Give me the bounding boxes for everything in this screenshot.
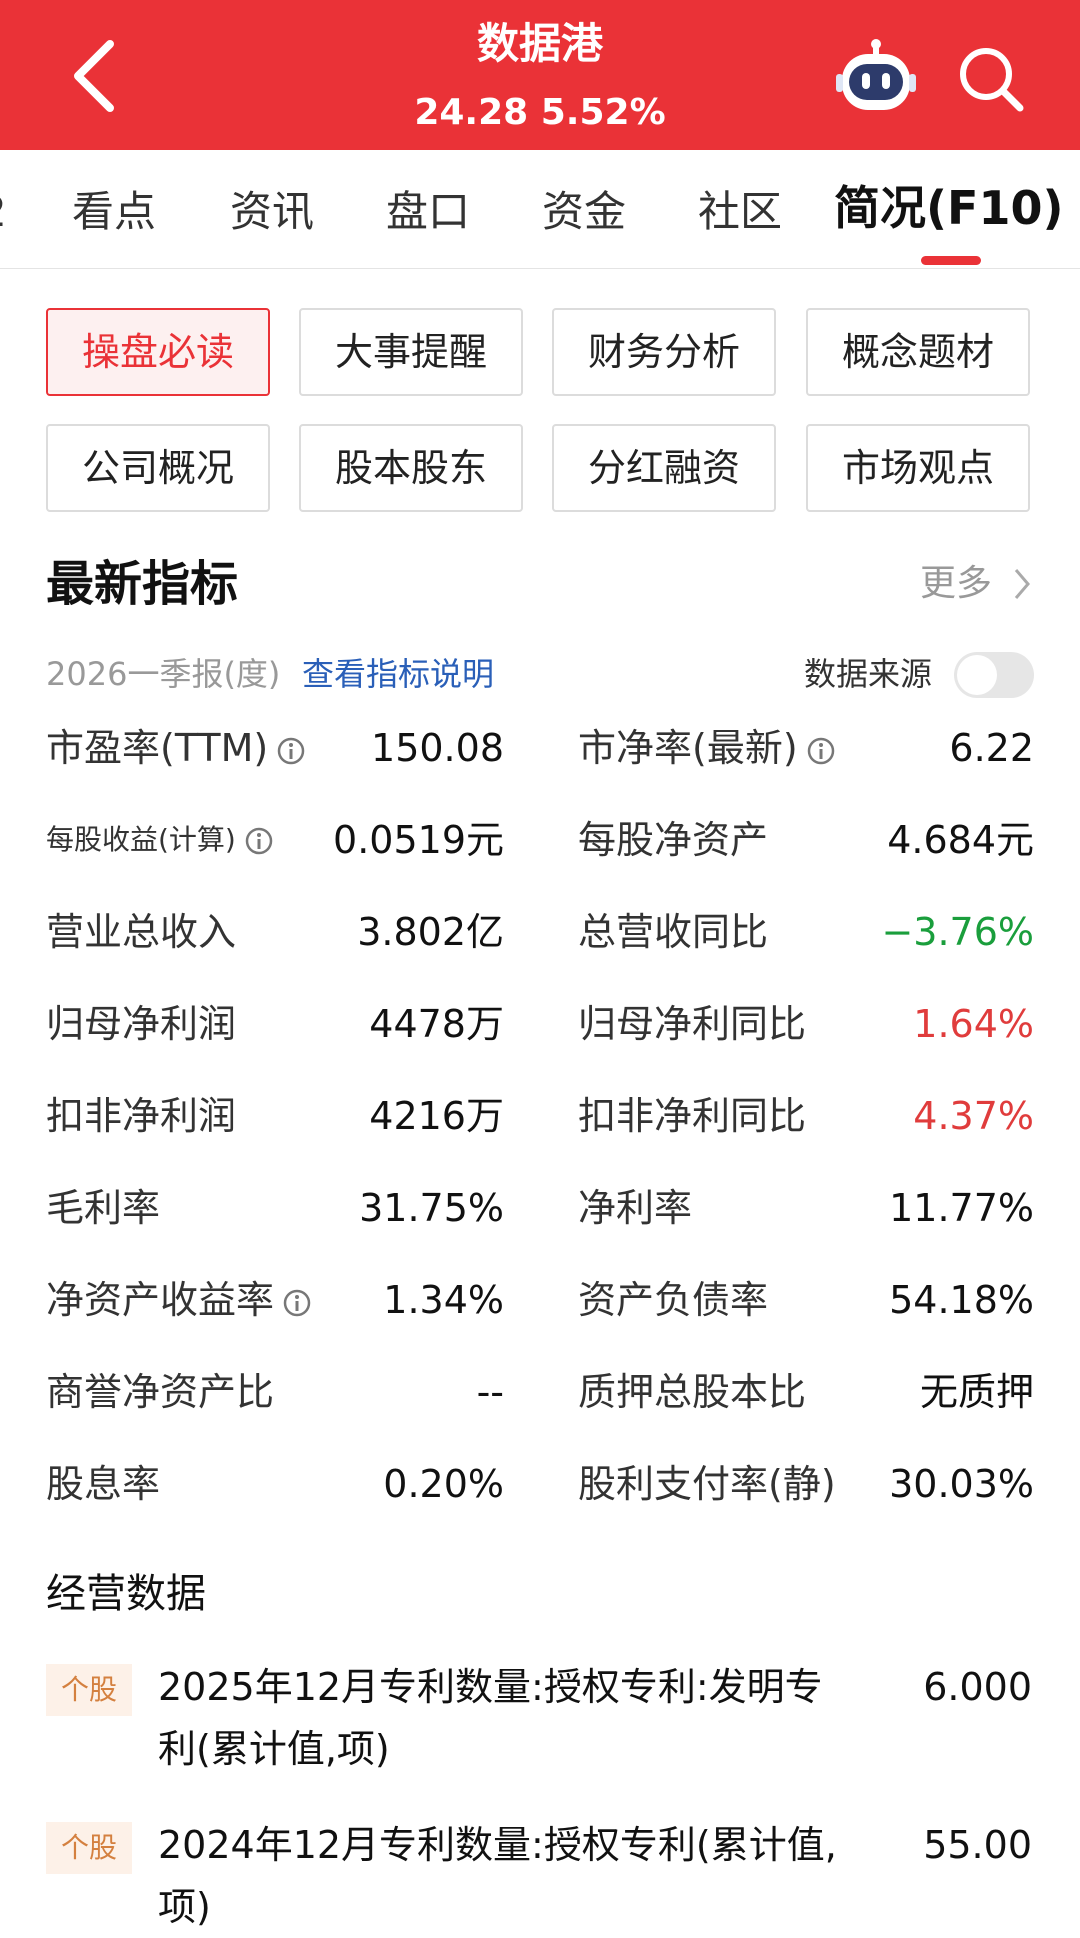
metric-value: 1.34% <box>383 1278 504 1322</box>
metric-label: 资产负债率 <box>578 1278 769 1322</box>
stock-price: 24.28 <box>414 92 529 133</box>
metric-value-up: 1.64% <box>913 1002 1034 1046</box>
metric-label: 扣非净利同比 <box>578 1094 807 1138</box>
metric-label: 每股净资产 <box>578 818 769 862</box>
btn-major-events[interactable]: 大事提醒 <box>299 308 523 396</box>
section-title-operations: 经营数据 <box>46 1571 206 1617</box>
stock-change: 5.52% <box>540 92 666 133</box>
metric-value: 150.08 <box>371 726 504 770</box>
data-source-toggle[interactable] <box>954 652 1034 698</box>
tab-bar: 2 看点 资讯 盘口 资金 社区 简况(F10) <box>0 150 1080 269</box>
operation-item-text: 2025年12月专利数量:授权专利:发明专利(累计值,项) <box>158 1665 823 1771</box>
robot-assistant-icon[interactable] <box>836 38 916 114</box>
metric-value-down: −3.76% <box>881 910 1034 954</box>
metric-value-up: 4.37% <box>913 1094 1034 1138</box>
metric-label: 市盈率(TTM) <box>46 722 306 774</box>
metric-value: 无质押 <box>919 1370 1034 1414</box>
toggle-knob <box>957 655 997 695</box>
operation-item-text: 2024年12月专利数量:授权专利(累计值,项) <box>158 1823 837 1929</box>
stock-name: 数据港 <box>476 19 603 68</box>
metric-label: 归母净利润 <box>46 1002 237 1046</box>
top-bar: 数据港 24.28 5.52% <box>0 0 1080 150</box>
metric-label: 市净率(最新) <box>578 722 836 774</box>
btn-financial-analysis[interactable]: 财务分析 <box>552 308 776 396</box>
metric-label: 净资产收益率 <box>46 1274 312 1326</box>
active-tab-indicator <box>921 256 981 265</box>
indicator-explain-link[interactable]: 查看指标说明 <box>302 652 494 696</box>
metric-label: 毛利率 <box>46 1186 161 1230</box>
metric-value: 4.684元 <box>887 818 1034 862</box>
report-period: 2026一季报(度) <box>46 655 281 693</box>
stock-tag-badge: 个股 <box>46 1822 132 1874</box>
data-source-label: 数据来源 <box>804 655 933 693</box>
more-link[interactable]: 更多 <box>920 560 992 608</box>
chevron-right-icon[interactable] <box>1012 566 1032 602</box>
metric-value: 30.03% <box>889 1462 1034 1506</box>
metric-label: 归母净利同比 <box>578 1002 807 1046</box>
metric-value: 0.0519元 <box>333 818 504 862</box>
btn-concepts[interactable]: 概念题材 <box>806 308 1030 396</box>
operation-item-value: 6.000 <box>923 1665 1032 1709</box>
metric-label: 总营收同比 <box>578 910 769 954</box>
metric-label: 股利支付率(静) <box>578 1462 836 1506</box>
metric-value: 6.22 <box>949 726 1034 770</box>
btn-dividends-financing[interactable]: 分红融资 <box>552 424 776 512</box>
metric-value: 4478万 <box>369 1002 504 1046</box>
metric-value: 31.75% <box>359 1186 504 1230</box>
metric-label: 商誉净资产比 <box>46 1370 275 1414</box>
btn-market-views[interactable]: 市场观点 <box>806 424 1030 512</box>
metric-label: 扣非净利润 <box>46 1094 237 1138</box>
metric-label: 净利率 <box>578 1186 693 1230</box>
tab-cut-off: 2 <box>0 186 7 238</box>
stock-tag-badge: 个股 <box>46 1664 132 1716</box>
metric-value: 11.77% <box>889 1186 1034 1230</box>
metric-value: 4216万 <box>369 1094 504 1138</box>
btn-shareholders[interactable]: 股本股东 <box>299 424 523 512</box>
metric-value: -- <box>476 1370 504 1414</box>
operation-item-value: 55.00 <box>923 1823 1032 1867</box>
tab-f10-profile[interactable]: 简况(F10) <box>834 182 1063 234</box>
metric-label: 每股收益(计算) <box>46 814 274 866</box>
tab-news[interactable]: 资讯 <box>230 186 314 238</box>
tab-community[interactable]: 社区 <box>698 186 782 238</box>
btn-company-profile[interactable]: 公司概况 <box>46 424 270 512</box>
btn-trading-must-read[interactable]: 操盘必读 <box>46 308 270 396</box>
info-icon[interactable] <box>244 826 274 856</box>
price-line: 24.28 5.52% <box>0 90 1080 136</box>
tab-funds[interactable]: 资金 <box>542 186 626 238</box>
tab-quote[interactable]: 盘口 <box>386 186 470 238</box>
tab-highlights[interactable]: 看点 <box>72 186 156 238</box>
metric-value: 0.20% <box>383 1462 504 1506</box>
metric-value: 3.802亿 <box>357 910 504 954</box>
section-title-indicators: 最新指标 <box>46 556 239 612</box>
search-icon[interactable] <box>956 44 1026 114</box>
metric-label: 营业总收入 <box>46 910 237 954</box>
metric-label: 股息率 <box>46 1462 161 1506</box>
metric-value: 54.18% <box>889 1278 1034 1322</box>
metric-label: 质押总股本比 <box>578 1370 807 1414</box>
